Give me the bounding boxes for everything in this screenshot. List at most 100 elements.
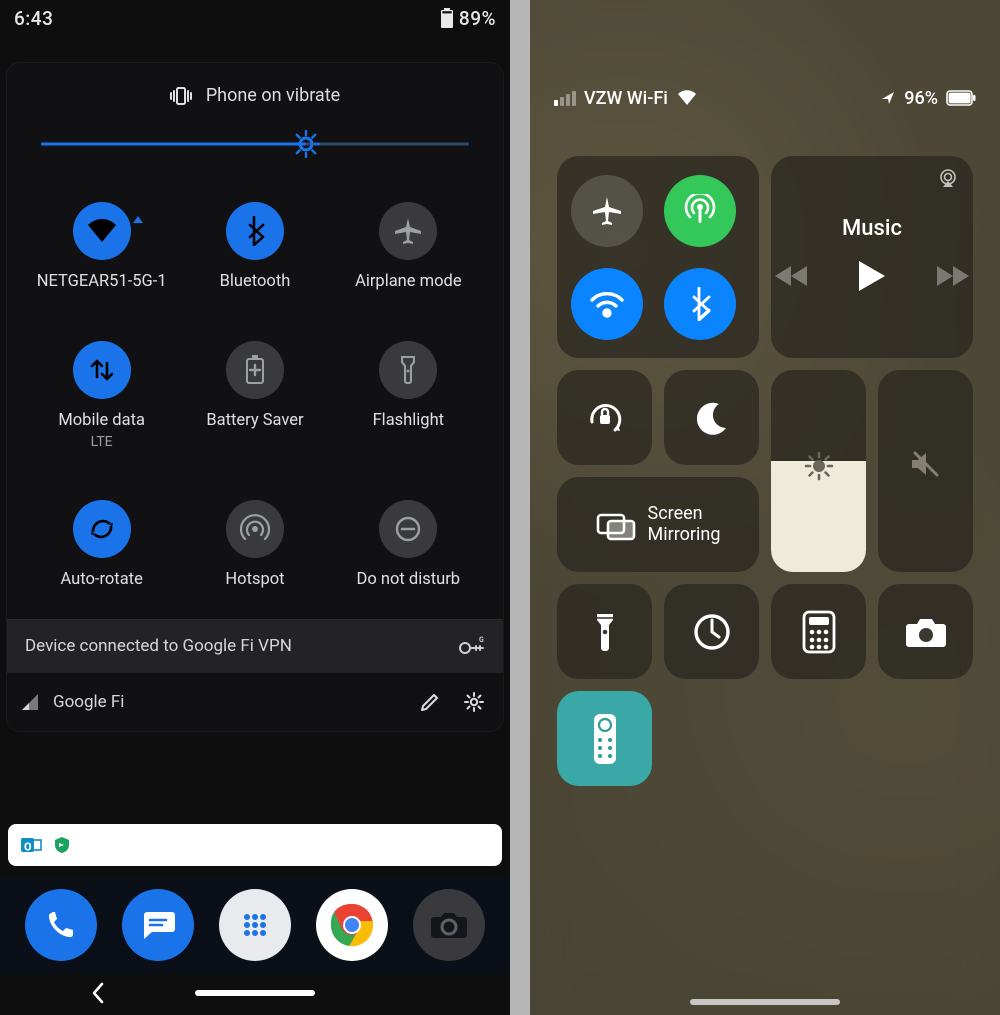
vpn-key-icon: G (459, 636, 485, 656)
apps-icon (240, 910, 270, 940)
media-next-button[interactable] (935, 264, 969, 288)
qs-footer: Google Fi (7, 672, 503, 731)
edit-button[interactable] (415, 687, 445, 717)
airplane-mode-toggle[interactable] (571, 175, 643, 247)
chrome-icon (329, 902, 375, 948)
chevron-up-icon[interactable] (133, 216, 143, 223)
qs-tile-label: Airplane mode (355, 272, 462, 291)
back-button[interactable] (90, 982, 106, 1004)
qs-tile-label: NETGEAR51-5G-1 (37, 272, 167, 291)
qs-tile-airplane[interactable]: Airplane mode (334, 202, 483, 291)
media-play-button[interactable] (857, 259, 887, 293)
home-pill[interactable] (195, 990, 315, 996)
dock-camera[interactable] (413, 889, 485, 961)
qs-tile-battery-saver[interactable]: Battery Saver (180, 341, 329, 450)
dnd-icon (379, 500, 437, 558)
battery-pct: 89% (459, 7, 496, 30)
wifi-toggle[interactable] (571, 268, 643, 340)
wifi-icon (676, 89, 698, 107)
qs-tile-label: Flashlight (373, 411, 445, 430)
airplane-icon (590, 194, 624, 228)
qs-tile-dnd[interactable]: Do not disturb (334, 500, 483, 589)
brightness-icon (804, 451, 834, 481)
media-prev-button[interactable] (775, 264, 809, 288)
qs-tile-wifi[interactable]: NETGEAR51-5G-1 (27, 202, 176, 291)
qs-tile-hotspot[interactable]: Hotspot (180, 500, 329, 589)
ringer-mode-label: Phone on vibrate (206, 85, 340, 106)
qs-tile-autorotate[interactable]: Auto-rotate (27, 500, 176, 589)
flashlight-toggle[interactable] (557, 584, 652, 679)
vpn-notice-text: Device connected to Google Fi VPN (25, 636, 292, 656)
cellular-data-toggle[interactable] (664, 175, 736, 247)
antenna-icon (683, 194, 717, 228)
airplane-icon (379, 202, 437, 260)
battery-pct: 96% (904, 88, 938, 109)
flashlight-icon (593, 610, 617, 654)
media-title: Music (842, 216, 902, 241)
wifi-icon (73, 202, 131, 260)
location-arrow-icon (880, 90, 896, 106)
airplay-icon[interactable] (937, 168, 959, 188)
brightness-slider[interactable] (41, 124, 469, 164)
qs-tile-label: Do not disturb (357, 570, 461, 589)
ios-status-bar: VZW Wi-Fi 96% (530, 70, 1000, 126)
android-status-bar: 6:43 89% (0, 0, 510, 32)
screen-mirroring-label: Screen Mirroring (648, 504, 721, 545)
clock: 6:43 (14, 7, 53, 30)
control-center-grid: Music (530, 126, 1000, 786)
qs-tile-sublabel: LTE (91, 434, 113, 450)
ringer-mode-header[interactable]: Phone on vibrate (21, 81, 489, 106)
brightness-track-fg (41, 143, 306, 146)
qs-tile-flashlight[interactable]: Flashlight (334, 341, 483, 450)
media-control-card[interactable]: Music (771, 156, 973, 358)
android-screenshot: 6:43 89% Phone on vibrate (0, 0, 510, 1015)
ios-screenshot: VZW Wi-Fi 96% Music (530, 0, 1000, 1015)
orientation-lock-icon (583, 396, 627, 440)
android-quick-settings-panel: Phone on vibrate (6, 62, 504, 732)
camera-button[interactable] (878, 584, 973, 679)
qs-tile-label: Mobile data (58, 411, 145, 430)
volume-slider[interactable] (878, 370, 973, 572)
home-indicator[interactable] (690, 999, 840, 1005)
autorotate-icon (73, 500, 131, 558)
connectivity-card (557, 156, 759, 358)
chevron-left-icon (90, 982, 106, 1004)
bluetooth-icon (226, 202, 284, 260)
phone-icon (44, 908, 78, 942)
camera-icon (904, 615, 948, 649)
apple-tv-remote-button[interactable] (557, 691, 652, 786)
qs-tile-mobiledata[interactable]: Mobile data LTE (27, 341, 176, 450)
timer-button[interactable] (664, 584, 759, 679)
media-controls (775, 259, 969, 293)
orientation-lock-toggle[interactable] (557, 370, 652, 465)
camera-icon (430, 909, 468, 941)
outlook-icon: O (20, 835, 42, 855)
notification-strip[interactable]: O (8, 824, 502, 866)
play-protect-icon (52, 835, 72, 855)
bluetooth-toggle[interactable] (664, 268, 736, 340)
calculator-button[interactable] (771, 584, 866, 679)
battery-icon (946, 90, 976, 106)
calculator-icon (802, 610, 836, 654)
wifi-icon (589, 290, 625, 318)
volume-muted-icon (909, 449, 943, 479)
dnd-toggle[interactable] (664, 370, 759, 465)
dock-messages[interactable] (122, 889, 194, 961)
pencil-icon (419, 691, 441, 713)
svg-text:O: O (24, 841, 32, 854)
qs-tile-bluetooth[interactable]: Bluetooth (180, 202, 329, 291)
screen-mirroring-button[interactable]: Screen Mirroring (557, 477, 759, 572)
brightness-knob[interactable] (292, 130, 320, 158)
dock-app-drawer[interactable] (219, 889, 291, 961)
dock-phone[interactable] (25, 889, 97, 961)
settings-button[interactable] (459, 687, 489, 717)
vpn-notice-row[interactable]: Device connected to Google Fi VPN G (7, 619, 503, 672)
mobile-data-icon (73, 341, 131, 399)
bluetooth-icon (689, 287, 711, 321)
dock-chrome[interactable] (316, 889, 388, 961)
nav-bar (0, 971, 510, 1015)
brightness-slider[interactable] (771, 370, 866, 572)
timer-icon (691, 611, 733, 653)
messages-icon (140, 908, 176, 942)
qs-tile-label: Auto-rotate (60, 570, 142, 589)
